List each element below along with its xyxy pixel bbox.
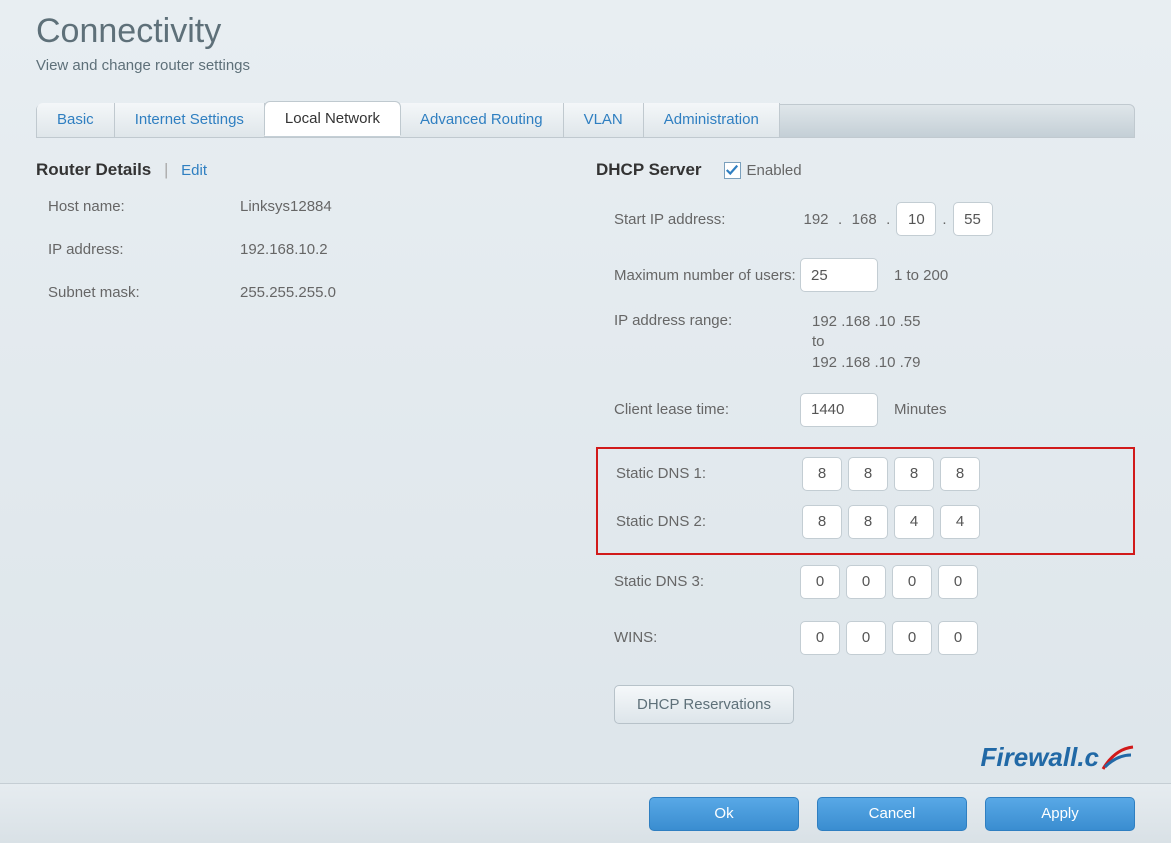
max-users-hint: 1 to 200 bbox=[894, 267, 948, 284]
apply-button[interactable]: Apply bbox=[985, 797, 1135, 831]
dns2-a-input[interactable] bbox=[802, 505, 842, 539]
wins-b-input[interactable] bbox=[846, 621, 886, 655]
footer-bar: Ok Cancel Apply bbox=[0, 783, 1171, 843]
tab-vlan[interactable]: VLAN bbox=[564, 103, 644, 137]
ip-range-row: IP address range: 192 .168 .10 .55 to 19… bbox=[614, 312, 1135, 373]
tab-advanced-routing[interactable]: Advanced Routing bbox=[400, 103, 564, 137]
heading-divider: | bbox=[164, 160, 168, 179]
wins-a-input[interactable] bbox=[800, 621, 840, 655]
dns1-a-input[interactable] bbox=[802, 457, 842, 491]
host-name-value: Linksys12884 bbox=[240, 198, 332, 215]
max-users-input[interactable] bbox=[800, 258, 878, 292]
start-ip-oct1: 192 bbox=[800, 211, 832, 228]
dns2-label: Static DNS 2: bbox=[616, 513, 802, 530]
dhcp-title: DHCP Server bbox=[596, 160, 702, 180]
ip-address-label: IP address: bbox=[48, 241, 240, 258]
brand-logo: Firewall.c bbox=[981, 742, 1136, 773]
dhcp-enabled-label: Enabled bbox=[747, 162, 802, 179]
brand-text: Firewall.c bbox=[981, 742, 1100, 773]
dns1-b-input[interactable] bbox=[848, 457, 888, 491]
ip-address-row: IP address: 192.168.10.2 bbox=[48, 241, 556, 258]
dhcp-enabled-checkbox[interactable] bbox=[724, 162, 741, 179]
ip-range-from: 192 .168 .10 .55 bbox=[812, 312, 920, 332]
router-details-section: Router Details | Edit Host name: Linksys… bbox=[36, 160, 556, 724]
dns3-b-input[interactable] bbox=[846, 565, 886, 599]
wins-label: WINS: bbox=[614, 629, 800, 646]
ok-button[interactable]: Ok bbox=[649, 797, 799, 831]
tab-local-network[interactable]: Local Network bbox=[264, 101, 401, 136]
dhcp-reservations-button[interactable]: DHCP Reservations bbox=[614, 685, 794, 724]
start-ip-row: Start IP address: 192 . 168 . . bbox=[614, 200, 1135, 238]
dns1-row: Static DNS 1: bbox=[616, 455, 1129, 493]
ip-range-value: 192 .168 .10 .55 to 192 .168 .10 .79 bbox=[812, 312, 920, 373]
lease-time-unit: Minutes bbox=[894, 401, 947, 418]
lease-time-label: Client lease time: bbox=[614, 401, 800, 418]
subnet-mask-label: Subnet mask: bbox=[48, 284, 240, 301]
cancel-button[interactable]: Cancel bbox=[817, 797, 967, 831]
subnet-mask-value: 255.255.255.0 bbox=[240, 284, 336, 301]
dns2-c-input[interactable] bbox=[894, 505, 934, 539]
page-subtitle: View and change router settings bbox=[36, 57, 1135, 74]
dns3-label: Static DNS 3: bbox=[614, 573, 800, 590]
dhcp-heading: DHCP Server Enabled bbox=[596, 160, 1135, 180]
tabs-bar: Basic Internet Settings Local Network Ad… bbox=[36, 104, 1135, 138]
ip-range-to-word: to bbox=[812, 332, 920, 352]
page-title: Connectivity bbox=[36, 12, 1135, 51]
dns3-row: Static DNS 3: bbox=[614, 563, 1135, 601]
check-icon bbox=[725, 163, 739, 177]
subnet-mask-row: Subnet mask: 255.255.255.0 bbox=[48, 284, 556, 301]
tab-basic[interactable]: Basic bbox=[37, 103, 115, 137]
lease-time-input[interactable] bbox=[800, 393, 878, 427]
dhcp-section: DHCP Server Enabled Start IP address: 19… bbox=[596, 160, 1135, 724]
content-area: Router Details | Edit Host name: Linksys… bbox=[36, 160, 1135, 724]
dns1-d-input[interactable] bbox=[940, 457, 980, 491]
ip-range-to: 192 .168 .10 .79 bbox=[812, 353, 920, 373]
wins-row: WINS: bbox=[614, 619, 1135, 657]
wins-c-input[interactable] bbox=[892, 621, 932, 655]
router-details-title: Router Details bbox=[36, 160, 151, 179]
page-header: Connectivity View and change router sett… bbox=[0, 0, 1171, 84]
dns2-row: Static DNS 2: bbox=[616, 503, 1129, 541]
brand-swoosh-icon bbox=[1101, 743, 1135, 773]
router-details-heading: Router Details | Edit bbox=[36, 160, 556, 180]
tab-internet-settings[interactable]: Internet Settings bbox=[115, 103, 265, 137]
start-ip-oct3-input[interactable] bbox=[896, 202, 936, 236]
max-users-row: Maximum number of users: 1 to 200 bbox=[614, 256, 1135, 294]
dns2-d-input[interactable] bbox=[940, 505, 980, 539]
start-ip-oct4-input[interactable] bbox=[953, 202, 993, 236]
dns3-d-input[interactable] bbox=[938, 565, 978, 599]
ip-range-label: IP address range: bbox=[614, 312, 800, 329]
dns3-a-input[interactable] bbox=[800, 565, 840, 599]
dns2-b-input[interactable] bbox=[848, 505, 888, 539]
host-name-label: Host name: bbox=[48, 198, 240, 215]
tab-administration[interactable]: Administration bbox=[644, 103, 780, 137]
dns1-label: Static DNS 1: bbox=[616, 465, 802, 482]
start-ip-oct2: 168 bbox=[848, 211, 880, 228]
dns1-c-input[interactable] bbox=[894, 457, 934, 491]
dns3-c-input[interactable] bbox=[892, 565, 932, 599]
host-name-row: Host name: Linksys12884 bbox=[48, 198, 556, 215]
edit-link[interactable]: Edit bbox=[181, 162, 207, 179]
ip-address-value: 192.168.10.2 bbox=[240, 241, 328, 258]
wins-d-input[interactable] bbox=[938, 621, 978, 655]
start-ip-label: Start IP address: bbox=[614, 211, 800, 228]
max-users-label: Maximum number of users: bbox=[614, 267, 800, 284]
lease-time-row: Client lease time: Minutes bbox=[614, 391, 1135, 429]
dns-highlight-box: Static DNS 1: Static DNS 2: bbox=[596, 447, 1135, 555]
